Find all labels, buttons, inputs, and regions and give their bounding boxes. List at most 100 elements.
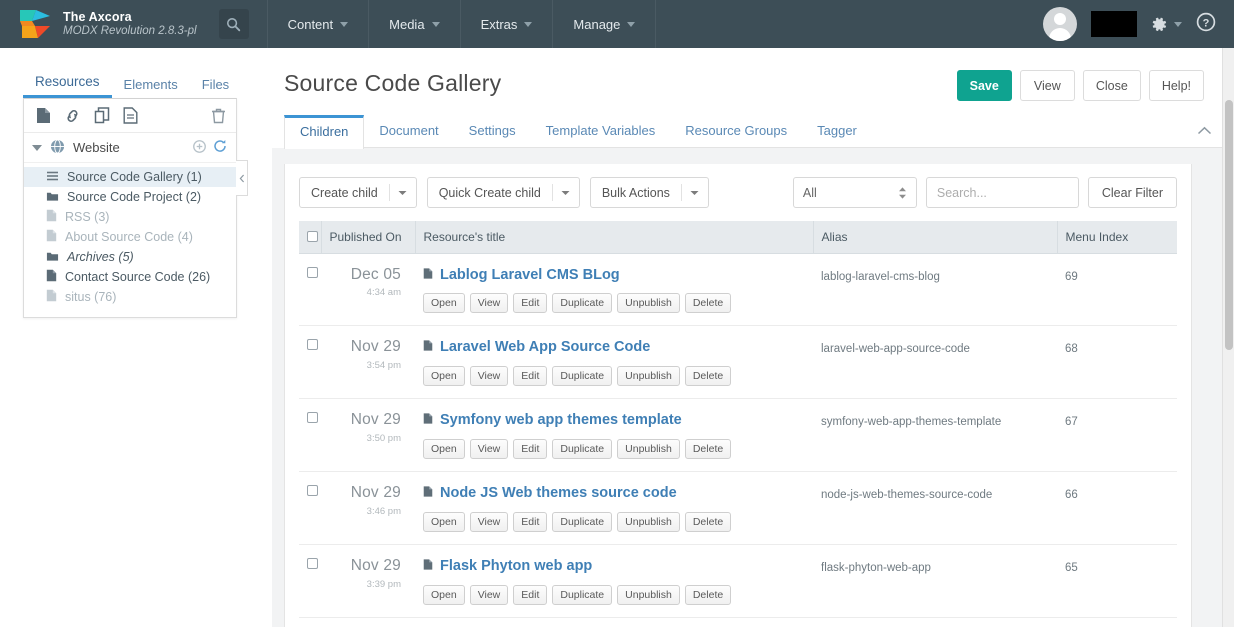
- panel-collapse-button[interactable]: [1197, 122, 1212, 140]
- row-title-link[interactable]: Node JS Web themes source code: [423, 485, 805, 503]
- save-button[interactable]: Save: [956, 70, 1012, 101]
- row-unpublish-button[interactable]: Unpublish: [617, 366, 680, 387]
- tree-item-source-code-project[interactable]: Source Code Project (2): [24, 187, 236, 207]
- row-edit-button[interactable]: Edit: [513, 293, 548, 314]
- row-open-button[interactable]: Open: [423, 585, 465, 606]
- row-unpublish-button[interactable]: Unpublish: [617, 512, 680, 533]
- tree-item-contact-source-code[interactable]: Contact Source Code (26): [24, 267, 236, 287]
- tree-item-archives[interactable]: Archives (5): [24, 247, 236, 267]
- chevron-down-icon[interactable]: [390, 178, 416, 207]
- row-title-link[interactable]: Flask Phyton web app: [423, 558, 805, 576]
- help-button-page[interactable]: Help!: [1148, 70, 1204, 101]
- row-duplicate-button[interactable]: Duplicate: [552, 585, 613, 606]
- tab-settings[interactable]: Settings: [454, 116, 531, 148]
- column-published-on[interactable]: Published On: [321, 221, 416, 254]
- column-resource-title[interactable]: Resource's title: [415, 221, 814, 254]
- row-checkbox[interactable]: [307, 558, 318, 570]
- tab-resource-groups[interactable]: Resource Groups: [670, 116, 802, 148]
- row-duplicate-button[interactable]: Duplicate: [552, 293, 613, 314]
- chevron-down-icon[interactable]: [553, 178, 579, 207]
- tree-tab-files[interactable]: Files: [190, 72, 241, 98]
- row-view-button[interactable]: View: [469, 293, 509, 314]
- settings-menu-button[interactable]: [1151, 16, 1182, 33]
- row-checkbox[interactable]: [307, 339, 318, 351]
- table-row[interactable]: Nov 29 3:54 pm Laravel Web App Source Co…: [299, 325, 1177, 400]
- table-row[interactable]: Nov 29 3:46 pm Node JS Web themes source…: [299, 471, 1177, 546]
- new-symlink-icon[interactable]: [94, 107, 110, 124]
- row-unpublish-button[interactable]: Unpublish: [617, 293, 680, 314]
- column-menu-index[interactable]: Menu Index: [1057, 221, 1177, 254]
- row-open-button[interactable]: Open: [423, 439, 465, 460]
- row-unpublish-button[interactable]: Unpublish: [617, 585, 680, 606]
- view-button[interactable]: View: [1019, 70, 1075, 101]
- chevron-down-icon[interactable]: [682, 178, 708, 207]
- quick-create-child-button[interactable]: Quick Create child: [426, 177, 580, 208]
- row-edit-button[interactable]: Edit: [513, 439, 548, 460]
- row-edit-button[interactable]: Edit: [513, 585, 548, 606]
- tree-item-about-source-code[interactable]: About Source Code (4): [24, 227, 236, 247]
- row-view-button[interactable]: View: [469, 512, 509, 533]
- row-delete-button[interactable]: Delete: [684, 293, 732, 314]
- row-duplicate-button[interactable]: Duplicate: [552, 366, 613, 387]
- tab-document[interactable]: Document: [364, 116, 453, 148]
- row-checkbox[interactable]: [307, 412, 318, 424]
- row-view-button[interactable]: View: [469, 585, 509, 606]
- header-search-button[interactable]: [218, 9, 249, 39]
- search-input[interactable]: [925, 177, 1079, 208]
- tree-tab-resources[interactable]: Resources: [23, 69, 112, 98]
- row-view-button[interactable]: View: [469, 439, 509, 460]
- new-document-icon[interactable]: [36, 107, 51, 124]
- row-duplicate-button[interactable]: Duplicate: [552, 512, 613, 533]
- row-open-button[interactable]: Open: [423, 293, 465, 314]
- row-delete-button[interactable]: Delete: [684, 512, 732, 533]
- tree-item-source-code-gallery[interactable]: Source Code Gallery (1): [24, 167, 236, 187]
- row-delete-button[interactable]: Delete: [684, 439, 732, 460]
- bulk-actions-button[interactable]: Bulk Actions: [589, 177, 709, 208]
- nav-item-extras[interactable]: Extras: [459, 0, 553, 48]
- tree-tab-elements[interactable]: Elements: [112, 72, 190, 98]
- tab-template-variables[interactable]: Template Variables: [531, 116, 671, 148]
- new-weblink-icon[interactable]: [64, 108, 81, 124]
- plus-circle-icon[interactable]: [193, 139, 206, 156]
- create-child-button[interactable]: Create child: [299, 177, 417, 208]
- refresh-icon[interactable]: [213, 139, 227, 156]
- column-alias[interactable]: Alias: [813, 221, 1058, 254]
- clear-filter-button[interactable]: Clear Filter: [1087, 177, 1177, 208]
- tree-item-situs[interactable]: situs (76): [24, 287, 236, 307]
- tree-collapse-button[interactable]: [236, 160, 248, 196]
- username-redacted[interactable]: [1091, 11, 1137, 37]
- row-delete-button[interactable]: Delete: [684, 366, 732, 387]
- table-row[interactable]: Dec 05 4:34 am Lablog Laravel CMS BLog O…: [299, 253, 1177, 327]
- row-checkbox[interactable]: [307, 485, 318, 497]
- row-delete-button[interactable]: Delete: [684, 585, 732, 606]
- tab-children[interactable]: Children: [284, 115, 365, 149]
- row-edit-button[interactable]: Edit: [513, 512, 548, 533]
- row-view-button[interactable]: View: [469, 366, 509, 387]
- nav-item-content[interactable]: Content: [266, 0, 369, 48]
- expand-arrow-icon[interactable]: [32, 144, 42, 151]
- row-title-link[interactable]: Laravel Web App Source Code: [423, 339, 805, 357]
- nav-item-media[interactable]: Media: [368, 0, 459, 48]
- row-checkbox[interactable]: [307, 266, 318, 278]
- row-unpublish-button[interactable]: Unpublish: [617, 439, 680, 460]
- select-all-checkbox[interactable]: [307, 231, 318, 243]
- avatar[interactable]: [1043, 7, 1077, 41]
- row-open-button[interactable]: Open: [423, 512, 465, 533]
- table-row[interactable]: Nov 29 3:02 pm Sapper website themes sou…: [299, 617, 1177, 627]
- table-row[interactable]: Nov 29 3:50 pm Symfony web app themes te…: [299, 398, 1177, 473]
- row-edit-button[interactable]: Edit: [513, 366, 548, 387]
- table-row[interactable]: Nov 29 3:39 pm Flask Phyton web app Open: [299, 544, 1177, 619]
- scrollbar-thumb[interactable]: [1225, 100, 1233, 350]
- row-title-link[interactable]: Symfony web app themes template: [423, 412, 805, 430]
- nav-item-manage[interactable]: Manage: [552, 0, 657, 48]
- row-open-button[interactable]: Open: [423, 366, 465, 387]
- row-title-link[interactable]: Lablog Laravel CMS BLog: [423, 267, 805, 285]
- close-button[interactable]: Close: [1082, 70, 1141, 101]
- row-duplicate-button[interactable]: Duplicate: [552, 439, 613, 460]
- trash-icon[interactable]: [211, 107, 226, 124]
- tree-item-rss[interactable]: RSS (3): [24, 207, 236, 227]
- tree-root-website[interactable]: Website: [24, 133, 236, 163]
- help-button[interactable]: ?: [1196, 12, 1216, 37]
- status-filter-select[interactable]: All: [792, 177, 917, 208]
- new-static-resource-icon[interactable]: [123, 107, 138, 124]
